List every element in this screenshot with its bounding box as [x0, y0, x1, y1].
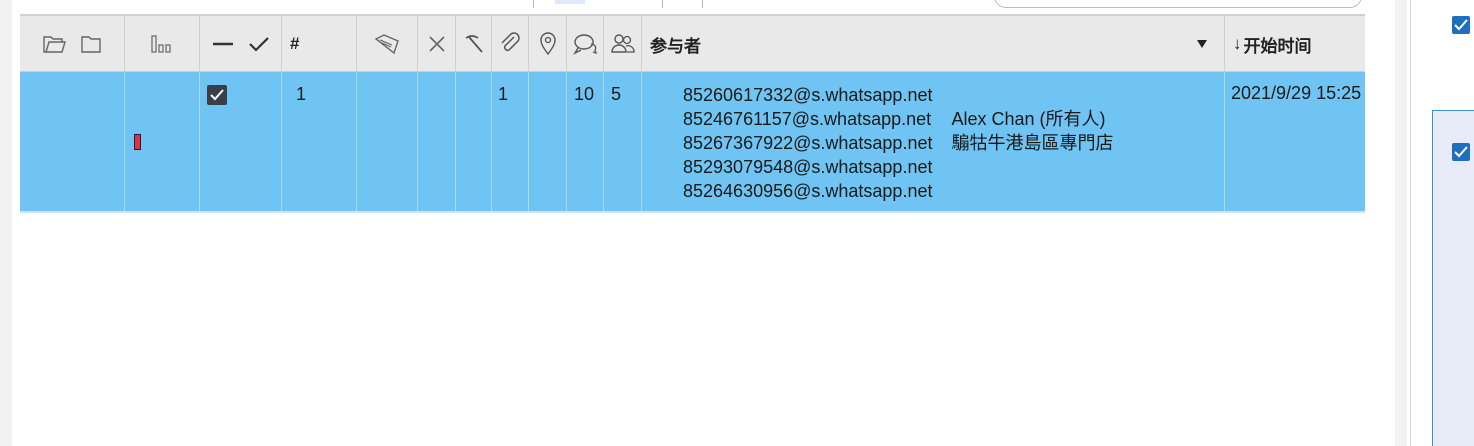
row-checkbox[interactable]	[207, 85, 227, 105]
column-header-start-time-label: 开始时间	[1243, 36, 1312, 56]
column-header-participants-label: 参与者	[650, 36, 701, 56]
column-header-start-time[interactable]: ↓ 开始时间	[1225, 16, 1365, 72]
column-header-importance[interactable]	[125, 16, 200, 72]
row-divider	[20, 211, 1365, 213]
paperclip-icon	[499, 32, 521, 56]
participant-address: 85267367922@s.whatsapp.net	[683, 133, 933, 153]
cell-folders	[20, 72, 125, 212]
column-header-location[interactable]	[529, 16, 567, 72]
toolbar-divider	[533, 0, 534, 8]
cell-importance	[125, 72, 200, 212]
side-checkbox[interactable]	[1452, 143, 1470, 161]
column-header-tag[interactable]	[357, 16, 418, 72]
cell-location	[529, 72, 567, 212]
participant-address: 85246761157@s.whatsapp.net	[683, 109, 932, 129]
filter-dropdown-icon[interactable]	[1196, 39, 1208, 49]
cell-carved	[456, 72, 492, 212]
side-checkbox[interactable]	[1452, 16, 1470, 34]
toolbar-divider	[702, 0, 703, 8]
column-header-attachments[interactable]	[492, 16, 529, 72]
cell-tag	[357, 72, 418, 212]
pickaxe-icon	[463, 33, 485, 55]
column-header-check[interactable]	[200, 16, 282, 72]
close-icon	[427, 34, 447, 54]
check-icon	[1454, 19, 1468, 31]
participant-name: 騸牯牛港島區專門店	[951, 133, 1114, 153]
column-header-participant-count[interactable]	[604, 16, 642, 72]
check-icon	[210, 89, 224, 101]
participant-count: 5	[611, 84, 622, 104]
participants-list: 85260617332@s.whatsapp.net 85246761157@s…	[683, 83, 1224, 203]
participant-name: Alex Chan (所有人)	[951, 109, 1106, 129]
column-header-folders[interactable]	[20, 16, 125, 72]
cell-participant-count: 5	[604, 72, 642, 212]
toolbar-divider	[662, 0, 663, 8]
folder-icon	[80, 34, 102, 54]
cell-participants: 85260617332@s.whatsapp.net 85246761157@s…	[642, 72, 1225, 212]
location-pin-icon	[538, 32, 558, 56]
participant-addresses: 85260617332@s.whatsapp.net 85246761157@s…	[683, 83, 932, 203]
cell-deleted	[418, 72, 456, 212]
importance-marker	[134, 134, 141, 150]
participant-address: 85260617332@s.whatsapp.net	[683, 85, 933, 105]
chat-bubble-icon	[572, 32, 598, 56]
cell-start-time: 2021/9/29 15:25	[1225, 72, 1365, 212]
column-header-deleted[interactable]	[418, 16, 456, 72]
participant-name	[951, 179, 1113, 203]
grid-header: # 参与者 ↓ 开始时间	[20, 14, 1365, 72]
check-icon	[1454, 146, 1468, 158]
minus-icon	[212, 34, 234, 54]
participant-address: 85264630956@s.whatsapp.net	[683, 181, 933, 201]
check-icon	[248, 34, 270, 54]
bar-chart-icon	[150, 34, 174, 54]
attachment-count: 1	[498, 84, 509, 104]
table-row[interactable]: 1 1 10 5 85260617332@s.whatsapp.net 8524…	[20, 72, 1365, 212]
conversation-grid: # 参与者 ↓ 开始时间 1 1 10 5 85260617332@s.what…	[20, 14, 1365, 446]
column-header-participants[interactable]: 参与者	[642, 16, 1225, 72]
column-header-number-label: #	[290, 34, 300, 53]
left-gutter	[0, 0, 12, 446]
people-icon	[610, 32, 636, 56]
cell-check[interactable]	[200, 72, 282, 212]
cell-attachments: 1	[492, 72, 529, 212]
participant-names: Alex Chan (所有人) 騸牯牛港島區專門店	[951, 83, 1113, 203]
cell-messages: 10	[567, 72, 604, 212]
participant-address: 85293079548@s.whatsapp.net	[683, 157, 933, 177]
panel-divider	[1410, 0, 1411, 446]
column-header-number[interactable]: #	[282, 16, 357, 72]
column-header-messages[interactable]	[567, 16, 604, 72]
participant-name	[951, 83, 1113, 107]
start-time: 2021/9/29 15:25	[1231, 83, 1362, 103]
participant-name	[951, 155, 1113, 179]
toolbar-selection	[555, 0, 585, 4]
row-number: 1	[296, 84, 307, 104]
toolbar-remnant	[12, 0, 1365, 14]
tag-icon	[374, 33, 400, 55]
folder-open-icon	[42, 34, 66, 54]
cell-number: 1	[282, 72, 357, 212]
message-count: 10	[574, 84, 595, 104]
column-header-carved[interactable]	[456, 16, 492, 72]
search-box[interactable]	[994, 0, 1362, 8]
sort-descending-icon: ↓	[1233, 34, 1242, 53]
vertical-scrollbar[interactable]	[1395, 0, 1407, 446]
